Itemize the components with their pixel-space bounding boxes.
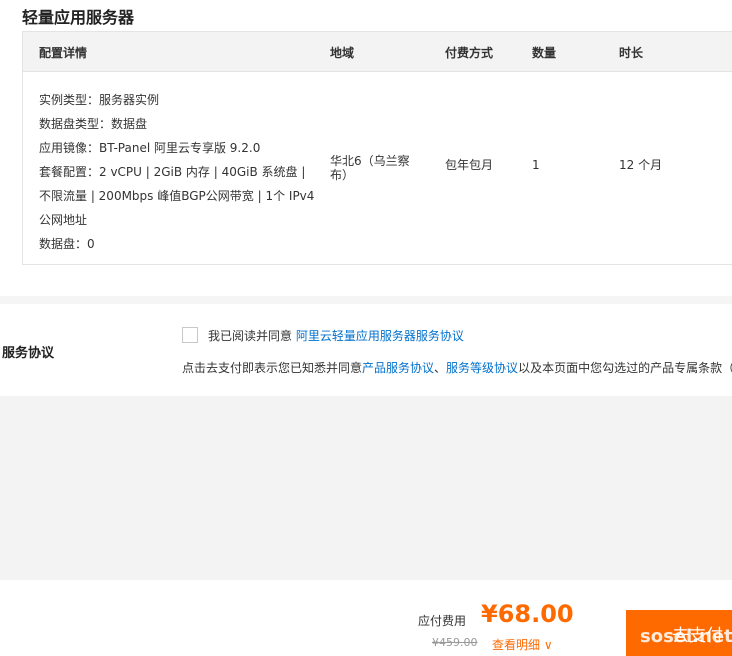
detail-package-line2: 不限流量 | 200Mbps 峰值BGP公网带宽 | 1个 IPv4 <box>39 189 315 203</box>
agreement-read-text: 我已阅读并同意 <box>208 329 293 343</box>
chevron-down-icon: ∨ <box>543 638 553 652</box>
agreement-checkbox[interactable] <box>182 327 198 343</box>
note-separator: 、 <box>434 361 447 375</box>
agreement-read-line: 我已阅读并同意 阿里云轻量应用服务器服务协议 <box>208 327 464 344</box>
duration-cell: 12 个月 <box>619 158 663 172</box>
payment-footer: 应付费用 ¥68.00 ¥459.00 查看明细 ∨ 去支付 <box>0 580 732 656</box>
agreement-title: 服务协议 <box>2 346 55 361</box>
table-header: 配置详情 地域 付费方式 数量 时长 <box>23 32 732 72</box>
note-prefix: 点击去支付即表示您已知悉并同意 <box>182 361 363 375</box>
blank-area <box>0 396 732 580</box>
billing-cell: 包年包月 <box>445 158 494 172</box>
header-quantity: 数量 <box>532 46 557 60</box>
page-title: 轻量应用服务器 <box>22 8 135 27</box>
detail-package-line3: 公网地址 <box>39 213 88 227</box>
detail-disk-type: 数据盘类型：数据盘 <box>39 117 148 131</box>
pay-label: 应付费用 <box>418 614 467 628</box>
detail-instance-type: 实例类型：服务器实例 <box>39 93 160 107</box>
note-suffix: 以及本页面中您勾选过的产品专属条款（ <box>518 361 732 375</box>
product-service-agreement-link[interactable]: 产品服务协议 <box>362 361 434 375</box>
service-agreement-section: 服务协议 我已阅读并同意 阿里云轻量应用服务器服务协议 点击去支付即表示您已知悉… <box>0 304 732 396</box>
detail-data-disk: 数据盘：0 <box>39 237 95 251</box>
order-config-section: 轻量应用服务器 配置详情 地域 付费方式 数量 时长 实例类型：服务器实例 数据… <box>0 0 732 296</box>
config-table: 配置详情 地域 付费方式 数量 时长 实例类型：服务器实例 数据盘类型：数据盘 … <box>22 31 732 265</box>
original-price: ¥459.00 <box>432 636 478 649</box>
header-billing: 付费方式 <box>445 46 494 60</box>
header-region: 地域 <box>330 46 355 60</box>
header-duration: 时长 <box>619 46 644 60</box>
region-cell: 华北6（乌兰察布） <box>330 154 410 182</box>
agreement-link[interactable]: 阿里云轻量应用服务器服务协议 <box>296 329 464 343</box>
agreement-note: 点击去支付即表示您已知悉并同意产品服务协议、服务等级协议以及本页面中您勾选过的产… <box>182 359 732 376</box>
view-detail-link[interactable]: 查看明细 ∨ <box>492 636 553 653</box>
view-detail-label: 查看明细 <box>492 638 541 652</box>
detail-app-image: 应用镜像：BT-Panel 阿里云专享版 9.2.0 <box>39 141 261 155</box>
config-detail-cell: 实例类型：服务器实例 数据盘类型：数据盘 应用镜像：BT-Panel 阿里云专享… <box>39 88 319 256</box>
detail-package-line1: 套餐配置：2 vCPU | 2GiB 内存 | 40GiB 系统盘 | <box>39 165 306 179</box>
quantity-cell: 1 <box>532 158 540 172</box>
service-level-agreement-link[interactable]: 服务等级协议 <box>446 361 518 375</box>
watermark-text: sosel.net <box>640 626 732 647</box>
header-config-detail: 配置详情 <box>39 46 88 60</box>
total-price: ¥68.00 <box>481 600 574 628</box>
